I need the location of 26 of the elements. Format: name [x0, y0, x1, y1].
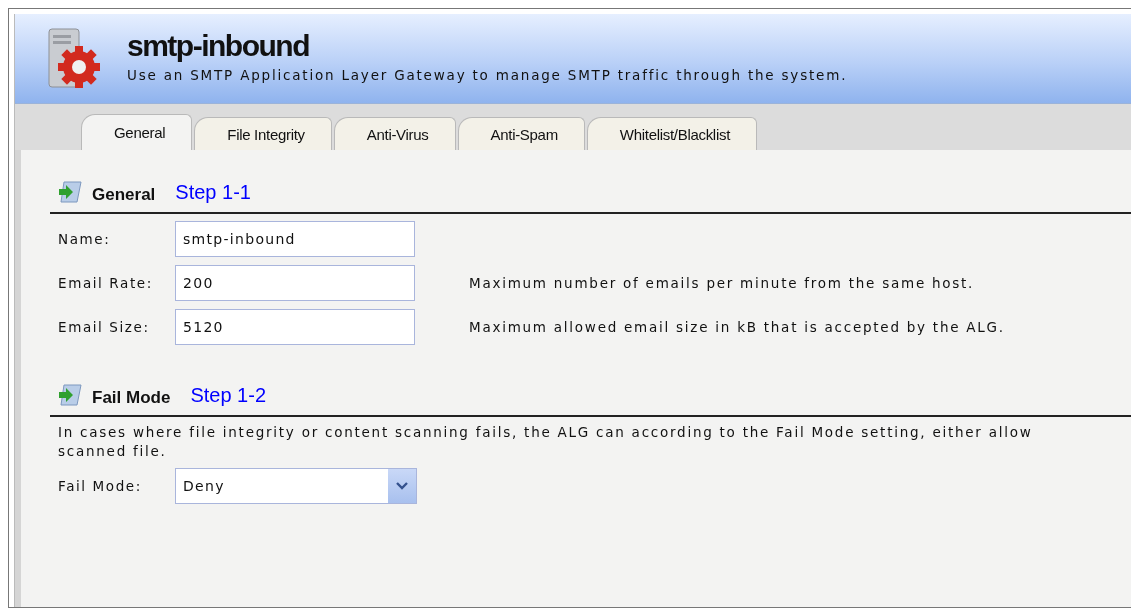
chevron-down-icon: [396, 482, 408, 490]
field-label: Fail Mode:: [58, 478, 143, 494]
step-annotation: Step 1-1: [175, 180, 251, 204]
text-field[interactable]: 5120: [175, 309, 415, 345]
field-label: Email Size:: [58, 319, 151, 335]
tab[interactable]: Anti-Spam: [457, 117, 585, 150]
section-title: Fail Mode: [92, 388, 171, 408]
tab[interactable]: File Integrity: [194, 117, 332, 150]
field-label: Name:: [58, 231, 112, 247]
description-text: In cases where file integrity or content scanning fails, the ALG can according to the Fail Mode setting, either allow: [58, 423, 1033, 442]
tab[interactable]: Anti-Virus: [333, 117, 456, 150]
field-hint: Maximum number of emails per minute from the same host.: [469, 275, 975, 291]
tab[interactable]: General: [81, 114, 193, 150]
page-title: smtp-inbound: [127, 28, 310, 63]
dropdown[interactable]: Deny: [175, 468, 417, 504]
field-hint: Maximum allowed email size in kB that is accepted by the ALG.: [469, 319, 1005, 335]
step-annotation: Step 1-2: [190, 383, 266, 407]
text-field[interactable]: smtp-inbound: [175, 221, 415, 257]
section-title: General: [92, 185, 156, 205]
document-arrow-icon: [58, 180, 84, 204]
description-text: scanned file.: [58, 442, 167, 461]
page-subtitle: Use an SMTP Application Layer Gateway to manage SMTP traffic through the system.: [127, 66, 848, 83]
text-field[interactable]: 200: [175, 265, 415, 301]
tab[interactable]: Whitelist/Blacklist: [586, 117, 757, 150]
field-label: Email Rate:: [58, 275, 154, 291]
document-arrow-icon: [58, 383, 84, 407]
